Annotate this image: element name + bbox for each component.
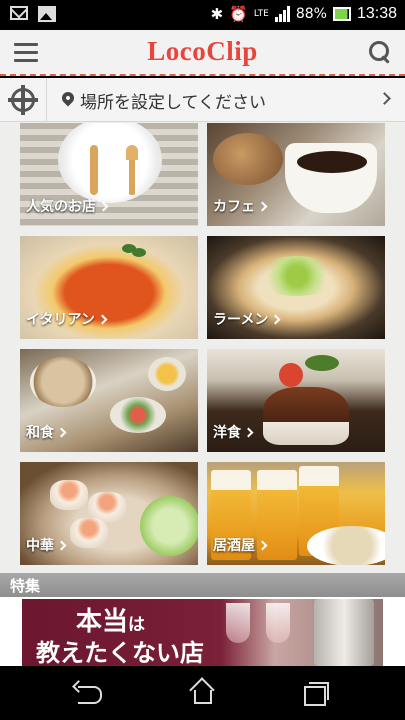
- category-tile-ramen[interactable]: ラーメン: [207, 236, 385, 339]
- banner-subtitle: 教えたくない店: [36, 638, 204, 666]
- chevron-right-icon: [257, 540, 268, 551]
- chevron-right-icon: [56, 540, 67, 551]
- category-label: イタリアン: [26, 309, 108, 329]
- mail-icon: [10, 6, 28, 20]
- back-icon[interactable]: [74, 682, 104, 704]
- chevron-right-icon: [56, 427, 67, 438]
- app-header: LocoClip: [0, 30, 405, 76]
- category-tile-cafe[interactable]: カフェ: [207, 123, 385, 226]
- coffee-image: [297, 151, 367, 173]
- rice-bowl-image: [30, 357, 96, 407]
- status-bar: ✱ ⏰ LTE 88% 13:38: [0, 0, 405, 30]
- category-tile-chinese[interactable]: 中華: [20, 462, 198, 565]
- basil-image: [132, 248, 146, 257]
- chevron-right-icon: [378, 92, 391, 105]
- chevron-right-icon: [257, 201, 268, 212]
- bluetooth-icon: ✱: [210, 5, 224, 23]
- location-text: 場所を設定してください: [80, 93, 266, 113]
- main-content: 人気のお店 カフェ イタリアン ラーメン 和食 洋食 中華 居酒屋 特集 本当は…: [0, 122, 405, 666]
- side-dish-image: [110, 397, 166, 433]
- ice-bucket-image: [314, 599, 374, 666]
- cabbage-image: [140, 496, 198, 556]
- wine-glass-image: [266, 603, 290, 643]
- spoon-image: [126, 145, 138, 195]
- signal-icon: [274, 6, 290, 22]
- picture-icon: [38, 6, 56, 22]
- category-label: 居酒屋: [213, 535, 268, 555]
- category-tile-izakaya[interactable]: 居酒屋: [207, 462, 385, 565]
- divider: [46, 78, 47, 122]
- chevron-right-icon: [271, 314, 281, 325]
- section-header-special: 特集: [0, 573, 405, 597]
- steak-image: [263, 387, 349, 445]
- pin-icon: [59, 89, 77, 107]
- location-bar: 場所を設定してください: [0, 78, 405, 122]
- category-label: 中華: [26, 535, 67, 555]
- category-tile-japanese[interactable]: 和食: [20, 349, 198, 452]
- target-icon[interactable]: [8, 85, 38, 115]
- app-logo[interactable]: LocoClip: [0, 36, 405, 67]
- banner-container: 本当は 教えたくない店: [0, 597, 405, 666]
- search-icon[interactable]: [369, 41, 391, 63]
- wine-glass-image: [226, 603, 250, 643]
- fork-image: [90, 145, 98, 195]
- network-type: LTE: [253, 8, 269, 19]
- shumai-image: [70, 518, 108, 548]
- plate-image: [58, 123, 162, 203]
- battery-icon: [332, 7, 351, 21]
- chevron-right-icon: [98, 201, 109, 212]
- chevron-right-icon: [97, 314, 108, 325]
- special-banner[interactable]: 本当は 教えたくない店: [22, 599, 383, 666]
- category-label: ラーメン: [213, 309, 281, 329]
- battery-percent: 88%: [295, 6, 327, 22]
- navigation-bar: [0, 666, 405, 720]
- alarm-icon: ⏰: [229, 5, 248, 23]
- small-dish-image: [148, 357, 186, 391]
- category-label: 人気のお店: [26, 196, 109, 216]
- chevron-right-icon: [243, 427, 254, 438]
- tomato-image: [279, 363, 303, 387]
- category-tile-western[interactable]: 洋食: [207, 349, 385, 452]
- bun-image: [213, 133, 283, 185]
- section-title: 特集: [10, 577, 41, 595]
- scallion-image: [252, 256, 342, 296]
- category-tile-italian[interactable]: イタリアン: [20, 236, 198, 339]
- category-label: カフェ: [213, 196, 268, 216]
- recent-apps-icon[interactable]: [304, 682, 329, 706]
- clock: 13:38: [356, 5, 397, 22]
- shumai-image: [50, 480, 88, 510]
- category-label: 和食: [26, 422, 67, 442]
- leaf-image: [305, 355, 339, 371]
- category-label: 洋食: [213, 422, 254, 442]
- plate-image: [307, 526, 385, 565]
- home-icon[interactable]: [189, 680, 215, 704]
- category-tile-popular[interactable]: 人気のお店: [20, 123, 198, 226]
